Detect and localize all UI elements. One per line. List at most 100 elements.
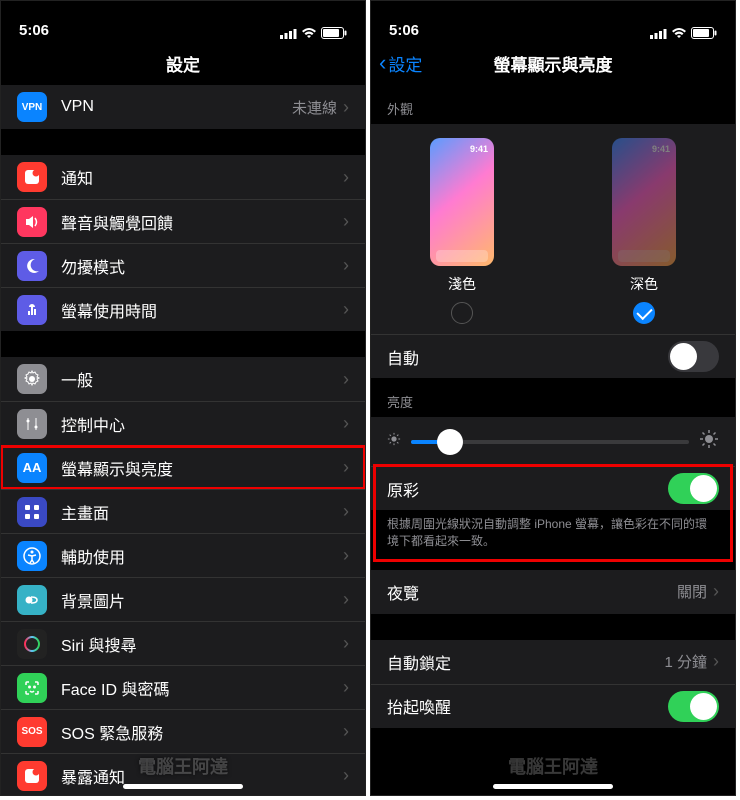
dark-thumbnail: 9:41	[612, 138, 676, 266]
dark-label: 深色	[612, 274, 676, 294]
vpn-icon: VPN	[17, 92, 47, 122]
chevron-right-icon: ›	[343, 413, 349, 434]
raise-toggle[interactable]	[668, 691, 719, 722]
row-label: SOS 緊急服務	[61, 720, 343, 744]
status-indicators	[650, 27, 717, 39]
chevron-right-icon: ›	[343, 677, 349, 698]
chevron-right-icon: ›	[343, 97, 349, 118]
chevron-right-icon: ›	[713, 651, 719, 672]
chevron-right-icon: ›	[343, 211, 349, 232]
appearance-dark-option[interactable]: 9:41 深色	[612, 138, 676, 324]
home-icon	[17, 497, 47, 527]
settings-row-faceid[interactable]: Face ID 與密碼›	[1, 665, 365, 709]
raise-to-wake-row[interactable]: 抬起喚醒	[371, 684, 735, 728]
row-label: 勿擾模式	[61, 254, 343, 278]
dnd-icon	[17, 251, 47, 281]
nav-bar: ‹ 設定 螢幕顯示與亮度	[371, 41, 735, 85]
chevron-right-icon: ›	[343, 299, 349, 320]
truetone-label: 原彩	[387, 477, 668, 501]
siri-icon	[17, 629, 47, 659]
sun-large-icon	[699, 429, 719, 454]
appearance-light-option[interactable]: 9:41 淺色	[430, 138, 494, 324]
raise-label: 抬起喚醒	[387, 694, 668, 718]
nav-title: 螢幕顯示與亮度	[494, 51, 613, 76]
row-label: 螢幕使用時間	[61, 298, 343, 322]
faceid-icon	[17, 673, 47, 703]
settings-row-notify[interactable]: 通知›	[1, 155, 365, 199]
home-indicator[interactable]	[123, 784, 243, 789]
row-label: Face ID 與密碼	[61, 676, 343, 700]
row-label: VPN	[61, 98, 292, 116]
row-label: 背景圖片	[61, 588, 343, 612]
home-indicator[interactable]	[493, 784, 613, 789]
sun-small-icon	[387, 432, 401, 451]
chevron-right-icon: ›	[343, 633, 349, 654]
sos-icon: SOS	[17, 717, 47, 747]
settings-root-screen: 5:06 設定 VPNVPN未連線›通知›聲音與觸覺回饋›勿擾模式›螢幕使用時間…	[0, 0, 366, 796]
sound-icon	[17, 207, 47, 237]
settings-list[interactable]: VPNVPN未連線›通知›聲音與觸覺回饋›勿擾模式›螢幕使用時間›一般›控制中心…	[1, 85, 365, 796]
row-detail: 未連線	[292, 97, 337, 118]
chevron-right-icon: ›	[343, 255, 349, 276]
settings-row-access[interactable]: 輔助使用›	[1, 533, 365, 577]
settings-row-screentime[interactable]: 螢幕使用時間›	[1, 287, 365, 331]
row-label: Siri 與搜尋	[61, 632, 343, 656]
autolock-label: 自動鎖定	[387, 650, 664, 674]
auto-toggle[interactable]	[668, 341, 719, 372]
row-label: 通知	[61, 165, 343, 189]
row-label: 控制中心	[61, 412, 343, 436]
settings-row-dnd[interactable]: 勿擾模式›	[1, 243, 365, 287]
back-label: 設定	[388, 51, 422, 76]
status-indicators	[280, 27, 347, 39]
chevron-right-icon: ›	[343, 457, 349, 478]
brightness-slider-row	[371, 417, 735, 466]
truetone-row[interactable]: 原彩	[371, 466, 735, 510]
nav-title: 設定	[166, 51, 200, 76]
wallpaper-icon	[17, 585, 47, 615]
settings-row-wallpaper[interactable]: 背景圖片›	[1, 577, 365, 621]
nav-bar: 設定	[1, 41, 365, 85]
status-time: 5:06	[389, 22, 419, 39]
row-label: 螢幕顯示與亮度	[61, 456, 343, 480]
appearance-header: 外觀	[371, 85, 735, 124]
row-label: 主畫面	[61, 500, 343, 524]
truetone-toggle[interactable]	[668, 473, 719, 504]
auto-label: 自動	[387, 345, 668, 369]
autolock-row[interactable]: 自動鎖定 1 分鐘 ›	[371, 640, 735, 684]
settings-row-home[interactable]: 主畫面›	[1, 489, 365, 533]
watermark: 電腦王阿達	[508, 753, 598, 779]
nightshift-detail: 關閉	[677, 581, 707, 602]
nightshift-row[interactable]: 夜覽 關閉 ›	[371, 570, 735, 614]
back-button[interactable]: ‹ 設定	[379, 50, 422, 76]
control-icon	[17, 409, 47, 439]
access-icon	[17, 541, 47, 571]
settings-row-display[interactable]: AA 螢幕顯示與亮度›	[1, 445, 365, 489]
chevron-right-icon: ›	[343, 167, 349, 188]
display-icon: AA	[17, 453, 47, 483]
chevron-right-icon: ›	[343, 721, 349, 742]
light-thumbnail: 9:41	[430, 138, 494, 266]
cellular-icon	[280, 28, 297, 39]
settings-row-sound[interactable]: 聲音與觸覺回饋›	[1, 199, 365, 243]
settings-row-general[interactable]: 一般›	[1, 357, 365, 401]
appearance-selector: 9:41 淺色 9:41 深色	[371, 124, 735, 334]
status-bar: 5:06	[1, 1, 365, 41]
light-radio[interactable]	[451, 302, 473, 324]
battery-icon	[691, 27, 717, 39]
settings-row-sos[interactable]: SOS SOS 緊急服務›	[1, 709, 365, 753]
wifi-icon	[301, 27, 317, 39]
row-label: 輔助使用	[61, 544, 343, 568]
general-icon	[17, 364, 47, 394]
settings-row-vpn[interactable]: VPNVPN未連線›	[1, 85, 365, 129]
brightness-slider[interactable]	[411, 440, 689, 444]
status-time: 5:06	[19, 22, 49, 39]
battery-icon	[321, 27, 347, 39]
settings-row-control[interactable]: 控制中心›	[1, 401, 365, 445]
auto-appearance-row[interactable]: 自動	[371, 334, 735, 378]
settings-row-notify[interactable]: 暴露通知›	[1, 753, 365, 796]
brightness-header: 亮度	[371, 378, 735, 417]
settings-row-siri[interactable]: Siri 與搜尋›	[1, 621, 365, 665]
autolock-detail: 1 分鐘	[664, 651, 707, 672]
chevron-right-icon: ›	[343, 369, 349, 390]
dark-radio[interactable]	[633, 302, 655, 324]
